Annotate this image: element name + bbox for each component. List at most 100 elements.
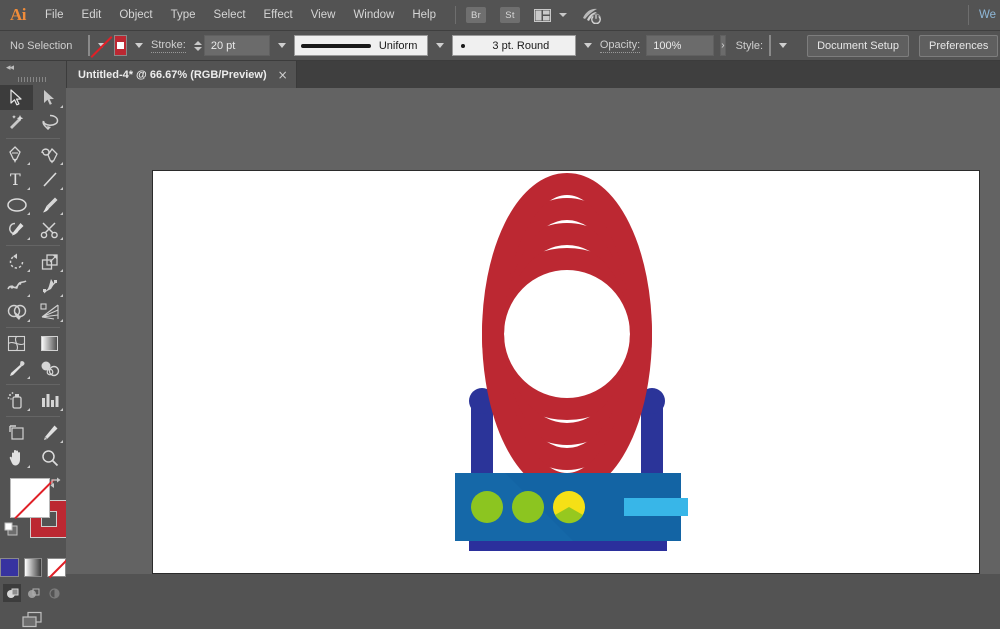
change-screen-mode-icon[interactable] [0, 611, 66, 629]
arrange-documents-icon[interactable] [534, 8, 551, 22]
tools-divider-4 [6, 384, 60, 385]
router-leds [471, 491, 585, 524]
tools-divider-5 [6, 416, 60, 417]
opacity-input[interactable]: 100% [646, 35, 715, 56]
menu-file[interactable]: File [36, 0, 73, 30]
stroke-chevron-down-icon[interactable] [135, 43, 143, 48]
menu-type[interactable]: Type [162, 0, 205, 30]
scissors-eraser-tool[interactable] [33, 217, 66, 242]
canvas-area[interactable] [66, 88, 1000, 574]
stroke-profile-chevron-down-icon[interactable] [435, 43, 444, 48]
tools-divider-3 [6, 327, 60, 328]
collapse-panel-icon[interactable]: ◂◂ [0, 61, 66, 74]
zoom-tool[interactable] [33, 445, 66, 470]
stroke-profile-label: Uniform [378, 39, 418, 52]
preferences-button[interactable]: Preferences [919, 34, 999, 57]
tools-grid: T [0, 85, 66, 470]
close-icon[interactable]: × [278, 69, 288, 81]
rotate-tool[interactable] [0, 249, 33, 274]
bridge-button[interactable]: Br [466, 7, 486, 23]
menu-bar: Ai File Edit Object Type Select Effect V… [0, 0, 1000, 31]
draw-behind-button[interactable] [24, 584, 42, 602]
scale-tool[interactable] [33, 249, 66, 274]
app-logo-icon: Ai [10, 5, 27, 24]
document-tab[interactable]: Untitled-4* @ 66.67% (RGB/Preview) × [66, 61, 297, 88]
stroke-profile-preview-icon [300, 43, 371, 48]
tools-divider [6, 138, 60, 139]
none-swatch-button[interactable] [47, 558, 67, 577]
brush-chevron-down-icon[interactable] [583, 43, 592, 48]
direct-selection-tool[interactable] [33, 85, 66, 110]
ellipse-tool[interactable] [0, 192, 33, 217]
artboard[interactable] [152, 170, 980, 574]
tools-divider-2 [6, 245, 60, 246]
magic-wand-tool[interactable] [0, 110, 33, 135]
selection-status-label: No Selection [10, 39, 73, 52]
fill-stroke-indicator [0, 474, 68, 552]
style-chevron-down-icon[interactable] [779, 43, 788, 48]
workspace-area: We [958, 0, 1000, 30]
menu-window[interactable]: Window [344, 0, 403, 30]
draw-normal-button[interactable] [3, 584, 21, 602]
fill-swatch[interactable] [88, 35, 90, 56]
curvature-tool[interactable] [33, 142, 66, 167]
tools-panel: ◂◂ T [0, 61, 68, 628]
color-swatch-button[interactable] [0, 558, 19, 577]
cc-sync-icon[interactable] [581, 7, 603, 24]
mesh-tool[interactable] [0, 331, 33, 356]
opacity-label[interactable]: Opacity: [599, 39, 641, 53]
stroke-weight-chevron-down-icon[interactable] [277, 43, 286, 48]
stroke-weight-stepper[interactable] [193, 37, 202, 54]
paintbrush-tool[interactable] [33, 192, 66, 217]
draw-inside-button[interactable] [45, 584, 63, 602]
shape-builder-tool[interactable] [0, 299, 33, 324]
tools-panel-grip[interactable] [0, 74, 66, 85]
free-transform-tool[interactable] [33, 274, 66, 299]
selection-tool[interactable] [0, 85, 33, 110]
type-tool[interactable]: T [0, 167, 33, 192]
pen-tool[interactable] [0, 142, 33, 167]
menu-edit[interactable]: Edit [73, 0, 111, 30]
stroke-weight-input[interactable]: 20 pt [203, 35, 270, 56]
stroke-profile-select[interactable]: Uniform [293, 35, 428, 56]
stroke-swatch[interactable] [114, 35, 127, 56]
hand-tool[interactable] [0, 445, 33, 470]
eyedropper-tool[interactable] [0, 356, 33, 381]
gradient-tool[interactable] [33, 331, 66, 356]
symbol-sprayer-tool[interactable] [0, 388, 33, 413]
width-warp-tool[interactable] [0, 274, 33, 299]
color-mode-row [0, 558, 67, 577]
blend-tool[interactable] [33, 356, 66, 381]
lasso-tool[interactable] [33, 110, 66, 135]
graphic-style-swatch[interactable] [769, 35, 772, 56]
menu-object[interactable]: Object [110, 0, 161, 30]
artboard-tool[interactable] [0, 420, 33, 445]
line-segment-tool[interactable] [33, 167, 66, 192]
document-setup-button[interactable]: Document Setup [807, 34, 910, 57]
illustrator-window: Ai File Edit Object Type Select Effect V… [0, 0, 1000, 628]
menu-select[interactable]: Select [205, 0, 255, 30]
workspace-switcher[interactable]: We [979, 9, 1000, 21]
stock-button[interactable]: St [500, 7, 520, 23]
toolbar-fill-swatch[interactable] [10, 478, 50, 518]
svg-text:T: T [10, 171, 21, 188]
menu-divider [455, 6, 456, 24]
column-graph-tool[interactable] [33, 388, 66, 413]
menu-view[interactable]: View [302, 0, 345, 30]
brush-definition-label: 3 pt. Round [492, 39, 550, 52]
perspective-grid-tool[interactable] [33, 299, 66, 324]
router-port [624, 498, 688, 516]
opacity-more-button[interactable]: › [720, 35, 726, 56]
brush-definition-select[interactable]: 3 pt. Round [451, 35, 576, 56]
gradient-swatch-button[interactable] [23, 558, 43, 577]
default-fill-stroke-icon[interactable] [4, 522, 18, 539]
arrange-chevron-down-icon[interactable] [559, 13, 567, 17]
menu-help[interactable]: Help [403, 0, 445, 30]
shaper-pencil-tool[interactable] [0, 217, 33, 242]
document-tab-title: Untitled-4* @ 66.67% (RGB/Preview) [78, 68, 267, 81]
style-label: Style: [735, 39, 764, 52]
swap-fill-stroke-icon[interactable] [49, 476, 62, 491]
stroke-label[interactable]: Stroke: [151, 39, 186, 53]
menu-effect[interactable]: Effect [255, 0, 302, 30]
slice-tool[interactable] [33, 420, 66, 445]
